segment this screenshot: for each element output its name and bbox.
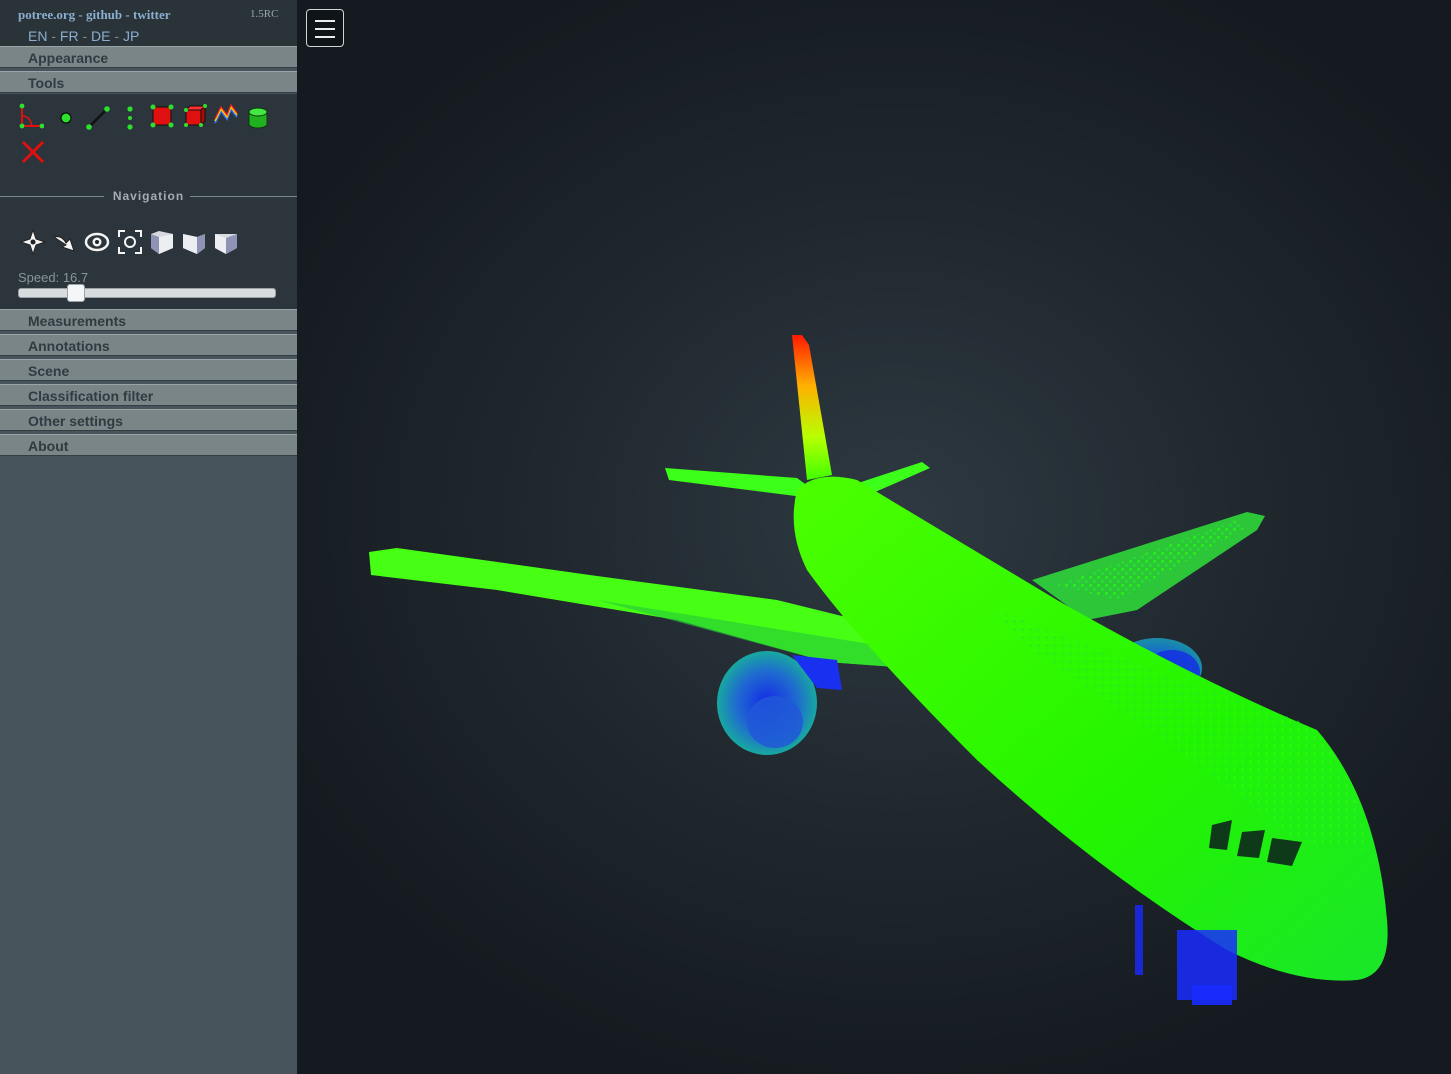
brand-separator: - [122,7,133,22]
fly-controls-icon[interactable] [52,229,78,255]
section-tools-label: Tools [28,75,65,91]
left-view-icon[interactable] [149,229,175,255]
sidebar-header: potree.org - github - twitter 1.5RC EN -… [0,0,297,46]
cylinder-icon[interactable] [245,105,271,131]
speed-label: Speed: 16.7 [18,270,89,285]
point-icon[interactable] [53,105,79,131]
sidebar: potree.org - github - twitter 1.5RC EN -… [0,0,297,1074]
area-icon[interactable] [149,103,175,129]
section-scene[interactable]: Scene [0,359,297,381]
earth-controls-icon[interactable] [20,229,46,255]
lang-de[interactable]: DE [91,28,110,44]
section-classification-filter-label: Classification filter [28,388,154,404]
front-view-icon[interactable] [181,229,207,255]
lang-separator: - [78,28,92,44]
lang-jp[interactable]: JP [123,28,139,44]
section-measurements[interactable]: Measurements [0,309,297,331]
link-twitter[interactable]: twitter [133,7,171,22]
section-tools[interactable]: Tools [0,71,297,93]
lang-en[interactable]: EN [28,28,47,44]
navigation-title-text: Navigation [106,189,191,203]
section-scene-label: Scene [28,363,70,379]
volume-icon[interactable] [181,103,207,129]
navigation-title: Navigation [0,189,297,203]
section-annotations-label: Annotations [28,338,110,354]
lang-fr[interactable]: FR [60,28,79,44]
link-github[interactable]: github [86,7,122,22]
profile-icon[interactable] [213,103,239,129]
section-about[interactable]: About [0,434,297,456]
point-cloud-airplane[interactable] [297,0,1451,1074]
section-other-settings-label: Other settings [28,413,123,429]
section-measurements-label: Measurements [28,313,127,329]
link-potree[interactable]: potree.org [18,7,75,22]
speed-slider[interactable] [18,284,276,302]
angle-icon[interactable] [18,103,44,129]
orbit-controls-icon[interactable] [84,229,110,255]
brand-links: potree.org - github - twitter [18,7,171,23]
speed-slider-thumb[interactable] [67,284,85,302]
section-other-settings[interactable]: Other settings [0,409,297,431]
height-icon[interactable] [117,105,143,131]
brand-separator: - [75,7,86,22]
section-annotations[interactable]: Annotations [0,334,297,356]
top-view-icon[interactable] [213,229,239,255]
clear-icon[interactable] [20,139,46,165]
lang-separator: - [110,28,123,44]
focus-icon[interactable] [117,229,143,255]
version-label: 1.5RC [250,8,279,20]
section-about-label: About [28,438,69,454]
vertical-fin [792,335,832,480]
section-appearance[interactable]: Appearance [0,46,297,68]
near-engine-inner [747,696,803,748]
distance-icon[interactable] [85,105,111,131]
section-appearance-label: Appearance [28,50,109,66]
point-cloud-viewer[interactable] [297,0,1451,1074]
lang-separator: - [47,28,60,44]
section-classification-filter[interactable]: Classification filter [0,384,297,406]
hamburger-menu-icon[interactable] [306,9,344,47]
language-selector: EN - FR - DE - JP [28,28,139,44]
